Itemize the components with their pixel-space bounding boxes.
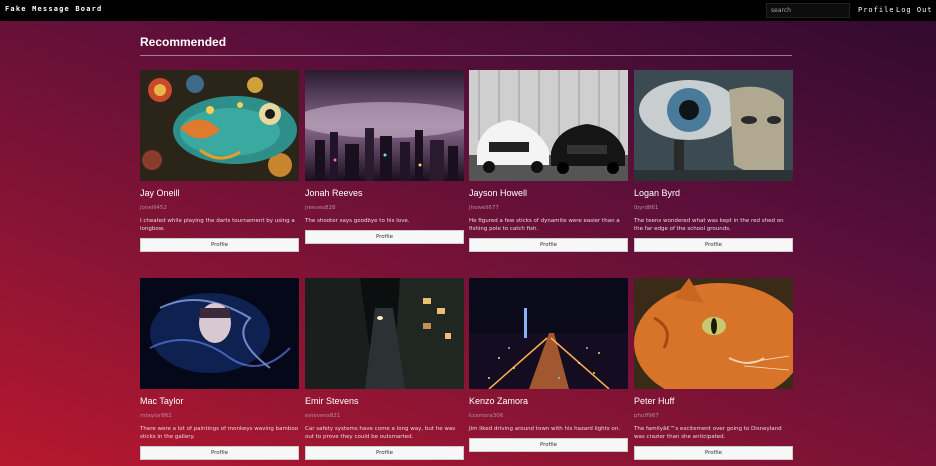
user-name: Jonah Reeves [305, 188, 363, 198]
user-handle: jreeves828 [305, 205, 336, 211]
dark-alley-image [305, 278, 464, 389]
user-message: The shooter says goodbye to his love. [305, 218, 410, 224]
city-lights-image [469, 278, 628, 389]
foggy-city-image [305, 70, 464, 181]
user-name: Jayson Howell [469, 188, 528, 198]
nav-profile-link[interactable]: Profile [858, 6, 895, 14]
user-handle: lbyrd861 [634, 205, 659, 211]
profile-button[interactable]: Profile [305, 446, 464, 460]
user-card: Jay Oneill joneill452 I cheated while pl… [140, 70, 299, 252]
user-card: Jayson Howell jhowell677 He figured a fe… [469, 70, 628, 252]
user-handle: estevens821 [305, 413, 341, 419]
user-message: There were a lot of paintings of monkeys… [140, 426, 299, 440]
user-message: The familyâ€™s excitement over going to … [634, 426, 782, 440]
user-handle: kzamora306 [469, 413, 504, 419]
top-navbar: Fake Message Board Profile Log Out [0, 0, 936, 21]
profile-button[interactable]: Profile [469, 238, 628, 252]
profile-button[interactable]: Profile [140, 238, 299, 252]
user-name: Logan Byrd [634, 188, 681, 198]
user-card: Peter Huff phuff967 The familyâ€™s excit… [634, 278, 793, 460]
user-name: Emir Stevens [305, 396, 359, 406]
user-message: Jim liked driving around town with his h… [469, 426, 621, 432]
profile-button[interactable]: Profile [140, 446, 299, 460]
user-name: Mac Taylor [140, 396, 184, 406]
user-handle: phuff967 [634, 413, 659, 419]
search-input[interactable] [766, 3, 850, 18]
nav-logout-link[interactable]: Log Out [896, 6, 933, 14]
koi-fish-mosaic-image [140, 70, 299, 181]
section-divider [140, 55, 792, 56]
orange-cat-image [634, 278, 793, 389]
user-card: Kenzo Zamora kzamora306 Jim liked drivin… [469, 278, 628, 452]
user-message: Car safety systems have come a long way,… [305, 426, 456, 440]
user-handle: joneill452 [140, 205, 167, 211]
user-message: He figured a few sticks of dynamite were… [469, 218, 620, 232]
user-handle: mtaylor862 [140, 413, 172, 419]
user-message: The teens wondered what was kept in the … [634, 218, 784, 232]
user-card: Mac Taylor mtaylor862 There were a lot o… [140, 278, 299, 460]
profile-button[interactable]: Profile [469, 438, 628, 452]
user-message: I cheated while playing the darts tourna… [140, 218, 295, 232]
profile-button[interactable]: Profile [305, 230, 464, 244]
section-title: Recommended [140, 35, 227, 49]
user-card: Logan Byrd lbyrd861 The teens wondered w… [634, 70, 793, 252]
profile-button[interactable]: Profile [634, 446, 793, 460]
surreal-eye-mask-image [634, 70, 793, 181]
user-card: Jonah Reeves jreeves828 The shooter says… [305, 70, 464, 244]
profile-button[interactable]: Profile [634, 238, 793, 252]
user-name: Peter Huff [634, 396, 675, 406]
user-name: Kenzo Zamora [469, 396, 529, 406]
user-card: Emir Stevens estevens821 Car safety syst… [305, 278, 464, 460]
smoke-portrait-image [140, 278, 299, 389]
two-cars-image [469, 70, 628, 181]
user-handle: jhowell677 [469, 205, 499, 211]
brand-title[interactable]: Fake Message Board [5, 5, 102, 13]
user-name: Jay Oneill [140, 188, 180, 198]
